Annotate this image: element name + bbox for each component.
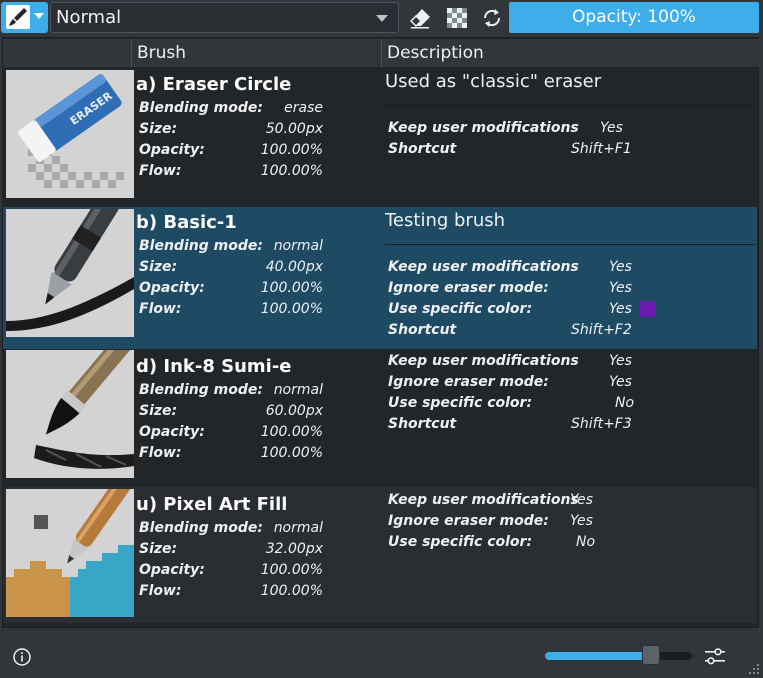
shortcut-value: Shift+F1	[571, 141, 632, 157]
size-value: 50.00px	[265, 121, 323, 137]
chevron-down-icon	[376, 15, 388, 22]
shortcut-label: Shortcut	[388, 322, 457, 338]
preset-description: Used as "classic" eraser	[385, 71, 602, 92]
blending-mode-label: Blending mode:	[139, 382, 263, 398]
opacity-label: Opacity:	[139, 562, 205, 578]
brush-preset-button[interactable]	[1, 2, 48, 33]
keep-user-mods-value: Yes	[609, 259, 632, 275]
keep-user-mods-label: Keep user modifications	[388, 492, 579, 508]
flow-label: Flow:	[139, 301, 182, 317]
slider-fill	[545, 652, 651, 660]
opacity-label: Opacity:	[139, 280, 205, 296]
use-specific-color-value: No	[615, 395, 635, 411]
blending-mode-value: normal	[273, 520, 323, 536]
size-label: Size:	[139, 403, 178, 419]
opacity-label: Opacity:	[139, 142, 205, 158]
divider	[385, 244, 755, 245]
pixel-art-fill-thumbnail	[6, 489, 134, 617]
column-description[interactable]: Description	[387, 39, 484, 67]
preset-name: b) Basic-1	[136, 212, 237, 233]
preset-name: a) Eraser Circle	[136, 74, 292, 95]
preset-name: d) Ink-8 Sumi-e	[136, 356, 292, 377]
blending-mode-value: erase	[284, 100, 323, 116]
use-specific-color-label: Use specific color:	[388, 395, 533, 411]
size-label: Size:	[139, 121, 178, 137]
eraser-circle-thumbnail: ERASER	[6, 70, 134, 198]
basic-1-thumbnail	[6, 209, 134, 337]
size-value: 60.00px	[265, 403, 323, 419]
blending-mode-value: normal	[273, 238, 323, 254]
specific-color-swatch	[640, 301, 656, 317]
opacity-slider[interactable]: Opacity: 100%	[509, 2, 759, 33]
opacity-value: 100.00%	[260, 424, 323, 440]
divider	[385, 105, 755, 106]
shortcut-label: Shortcut	[388, 416, 457, 432]
preset-description: Testing brush	[385, 210, 506, 231]
use-specific-color-label: Use specific color:	[388, 534, 533, 550]
blending-mode-label: Blending mode:	[139, 520, 263, 536]
ignore-eraser-value: Yes	[570, 513, 593, 529]
size-label: Size:	[139, 541, 178, 557]
settings-sliders-icon[interactable]	[703, 645, 727, 667]
opacity-value: 100.00%	[260, 562, 323, 578]
blending-mode-label: Blending mode:	[139, 238, 263, 254]
opacity-value: 100.00%	[260, 280, 323, 296]
size-value: 40.00px	[265, 259, 323, 275]
blending-mode-label: Blending mode:	[139, 100, 263, 116]
preset-row-selected[interactable]: b) Basic-1 Blending mode: normal Size: 4…	[3, 207, 757, 349]
blend-mode-value: Normal	[56, 7, 122, 28]
keep-user-mods-value: Yes	[600, 120, 623, 136]
flow-label: Flow:	[139, 163, 182, 179]
opacity-label: Opacity:	[139, 424, 205, 440]
blend-mode-combo[interactable]: Normal	[50, 2, 399, 33]
chevron-down-icon	[34, 13, 44, 19]
use-specific-color-value: No	[576, 534, 596, 550]
flow-label: Flow:	[139, 445, 182, 461]
flow-label: Flow:	[139, 583, 182, 599]
ignore-eraser-value: Yes	[609, 374, 632, 390]
resize-grip-icon[interactable]	[746, 661, 760, 675]
keep-user-mods-value: Yes	[609, 353, 632, 369]
flow-value: 100.00%	[260, 583, 323, 599]
brush-preset-icon	[6, 5, 30, 29]
flow-value: 100.00%	[260, 163, 323, 179]
keep-user-mods-value: Yes	[570, 492, 593, 508]
shortcut-label: Shortcut	[388, 141, 457, 157]
ignore-eraser-label: Ignore eraser mode:	[388, 374, 549, 390]
keep-user-mods-label: Keep user modifications	[388, 353, 579, 369]
ignore-eraser-label: Ignore eraser mode:	[388, 513, 549, 529]
shortcut-value: Shift+F3	[571, 416, 632, 432]
keep-user-mods-label: Keep user modifications	[388, 120, 579, 136]
use-specific-color-value: Yes	[609, 301, 632, 317]
flow-value: 100.00%	[260, 445, 323, 461]
opacity-label: Opacity: 100%	[572, 7, 696, 27]
slider-handle[interactable]	[642, 645, 660, 665]
reload-icon[interactable]	[480, 6, 504, 30]
use-specific-color-label: Use specific color:	[388, 301, 533, 317]
ignore-eraser-label: Ignore eraser mode:	[388, 280, 549, 296]
blending-mode-value: normal	[273, 382, 323, 398]
column-brush[interactable]: Brush	[137, 39, 186, 67]
preset-row[interactable]: d) Ink-8 Sumi-e Blending mode: normal Si…	[3, 349, 757, 485]
eraser-icon[interactable]	[408, 6, 432, 30]
ink-8-sumi-e-thumbnail	[6, 350, 134, 478]
preset-row[interactable]: ERASER a) Eraser Circle Blending mode: e…	[3, 67, 757, 204]
size-label: Size:	[139, 259, 178, 275]
shortcut-value: Shift+F2	[571, 322, 632, 338]
preset-name: u) Pixel Art Fill	[136, 494, 288, 515]
info-icon[interactable]	[12, 647, 32, 667]
checkerboard-icon[interactable]	[445, 6, 469, 30]
opacity-value: 100.00%	[260, 142, 323, 158]
preset-row[interactable]: u) Pixel Art Fill Blending mode: normal …	[3, 487, 757, 623]
size-value: 32.00px	[265, 541, 323, 557]
keep-user-mods-label: Keep user modifications	[388, 259, 579, 275]
flow-value: 100.00%	[260, 301, 323, 317]
column-header: Brush Description	[3, 39, 759, 67]
ignore-eraser-value: Yes	[609, 280, 632, 296]
